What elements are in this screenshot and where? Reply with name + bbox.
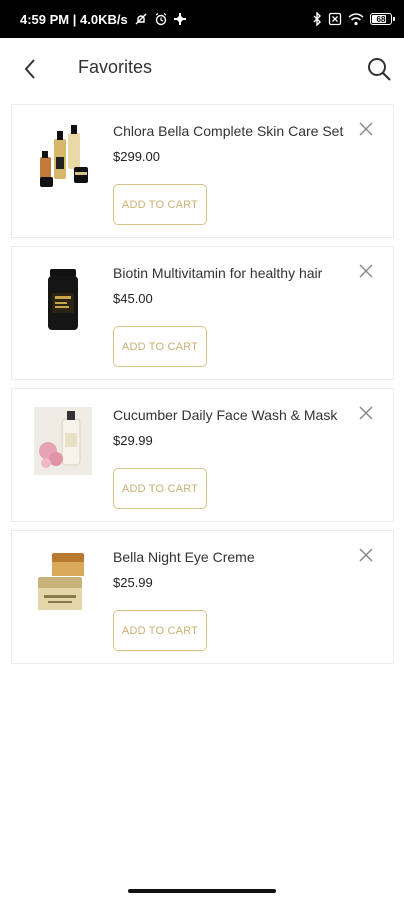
add-to-cart-button[interactable]: ADD TO CART: [113, 326, 207, 367]
remove-favorite-button[interactable]: [358, 547, 374, 563]
search-button[interactable]: [366, 56, 392, 82]
chevron-left-icon: [24, 59, 35, 79]
favorite-card[interactable]: Biotin Multivitamin for healthy hair $45…: [11, 246, 394, 380]
remove-favorite-button[interactable]: [358, 263, 374, 279]
favorite-card[interactable]: Cucumber Daily Face Wash & Mask $29.99 A…: [11, 388, 394, 522]
settings-gear-icon: [173, 13, 186, 25]
close-icon: [359, 122, 373, 136]
status-time: 4:59 PM | 4.0KB/s: [20, 11, 128, 27]
favorite-card[interactable]: Chlora Bella Complete Skin Care Set $299…: [11, 104, 394, 238]
favorites-list: Chlora Bella Complete Skin Care Set $299…: [11, 104, 394, 672]
alarm-icon: [154, 12, 168, 26]
skincare-set-image: [40, 125, 88, 187]
close-icon: [359, 264, 373, 278]
search-icon: [368, 58, 391, 81]
add-to-cart-button[interactable]: ADD TO CART: [113, 184, 207, 225]
page-title: Favorites: [78, 57, 153, 77]
status-left: 4:59 PM | 4.0KB/s: [20, 12, 186, 27]
bluetooth-icon: [312, 12, 322, 26]
status-bar: 4:59 PM | 4.0KB/s 68: [0, 0, 404, 38]
app-bar: Favorites: [0, 38, 404, 98]
battery-icon: 68: [370, 13, 395, 25]
product-name[interactable]: Biotin Multivitamin for healthy hair: [113, 265, 349, 281]
remove-favorite-button[interactable]: [358, 405, 374, 421]
product-price: $25.99: [113, 575, 153, 590]
close-icon: [359, 406, 373, 420]
product-price: $45.00: [113, 291, 153, 306]
vitamin-bottle-image: [48, 269, 78, 330]
product-name[interactable]: Chlora Bella Complete Skin Care Set: [113, 123, 349, 139]
close-icon: [359, 548, 373, 562]
product-price: $29.99: [113, 433, 153, 448]
wifi-icon: [348, 12, 364, 26]
mute-icon: [134, 12, 148, 26]
add-to-cart-button[interactable]: ADD TO CART: [113, 610, 207, 651]
back-button[interactable]: [18, 56, 44, 82]
sim-x-icon: [328, 12, 342, 26]
product-name[interactable]: Cucumber Daily Face Wash & Mask: [113, 407, 349, 423]
face-wash-image: [34, 407, 92, 475]
product-price: $299.00: [113, 149, 160, 164]
product-name[interactable]: Bella Night Eye Creme: [113, 549, 349, 565]
add-to-cart-button[interactable]: ADD TO CART: [113, 468, 207, 509]
remove-favorite-button[interactable]: [358, 121, 374, 137]
home-indicator[interactable]: [128, 889, 276, 893]
eye-creme-image: [38, 553, 84, 610]
favorite-card[interactable]: Bella Night Eye Creme $25.99 ADD TO CART: [11, 530, 394, 664]
status-right: 68: [312, 12, 395, 26]
